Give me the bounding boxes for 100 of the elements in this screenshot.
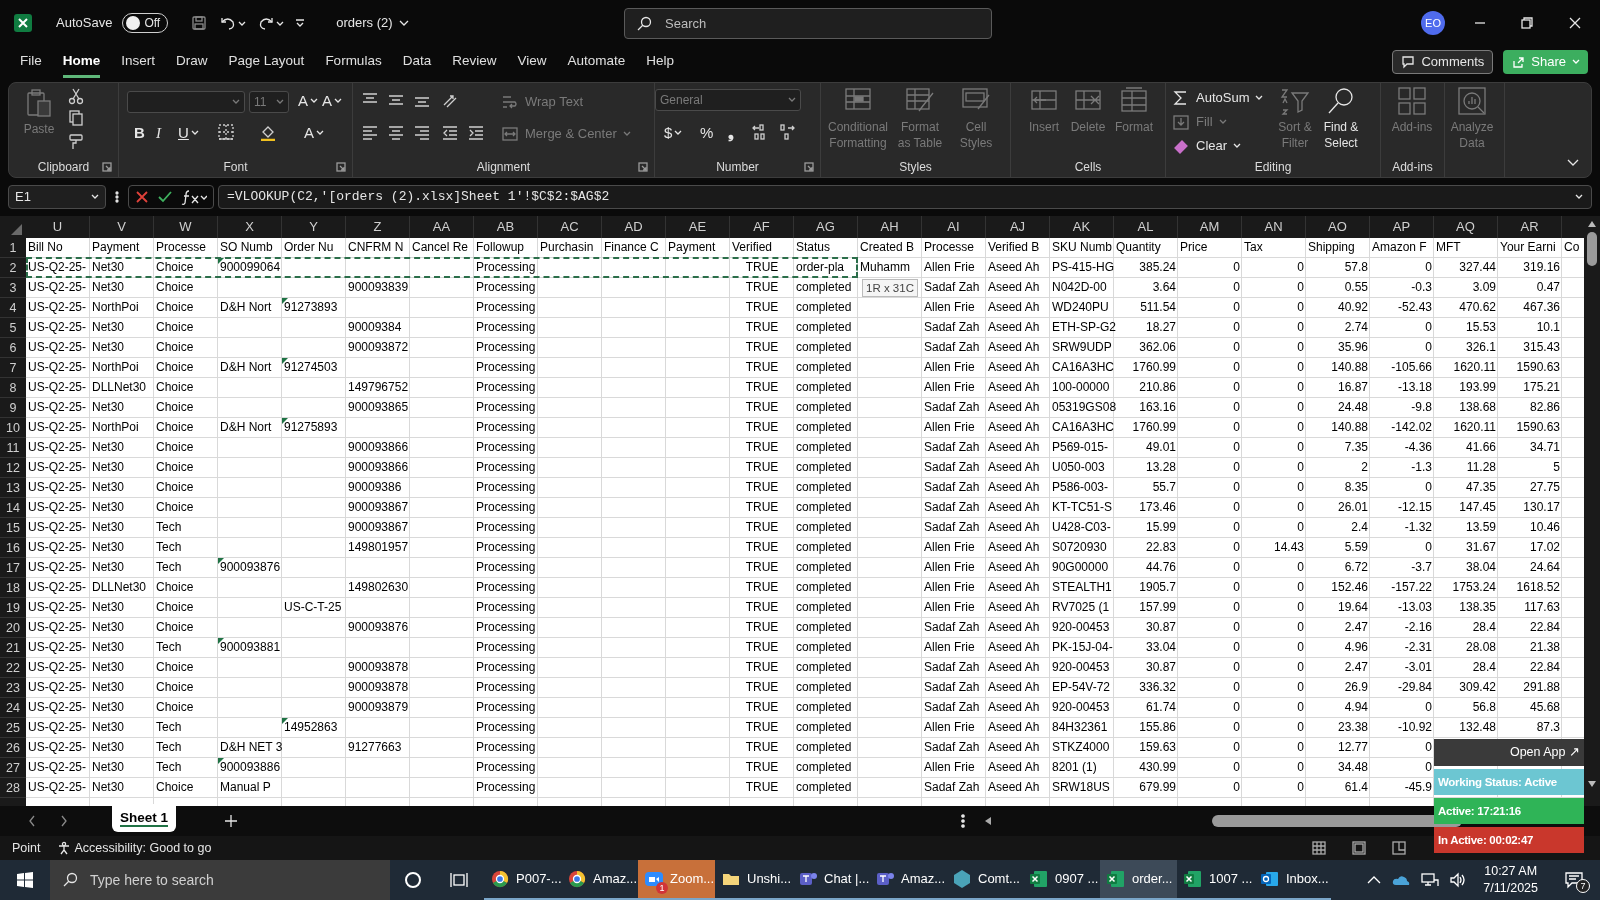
ribbon-tab[interactable]: Help <box>646 48 675 78</box>
row-header[interactable]: 8 <box>0 378 26 398</box>
show-hidden-icons-icon[interactable] <box>1367 875 1382 885</box>
row-header[interactable]: 26 <box>0 738 26 758</box>
column-header[interactable]: V <box>90 216 154 238</box>
add-sheet-icon[interactable] <box>224 814 238 828</box>
insert-function-icon[interactable] <box>181 189 207 205</box>
column-header[interactable]: AL <box>1114 216 1178 238</box>
increase-indent-icon[interactable] <box>467 123 485 141</box>
taskbar-app[interactable]: order... <box>1100 860 1177 900</box>
taskbar-app[interactable]: Comt... <box>946 860 1023 900</box>
taskbar-app[interactable]: 1007 ... <box>1177 860 1254 900</box>
ribbon-tab[interactable]: Review <box>452 48 497 78</box>
column-header[interactable]: W <box>154 216 218 238</box>
column-header[interactable]: AF <box>730 216 794 238</box>
comma-style-button[interactable]: ❟ <box>725 121 737 145</box>
dialog-launcher-icon[interactable] <box>336 162 346 172</box>
column-header[interactable]: AE <box>666 216 730 238</box>
paintbrush-icon[interactable] <box>67 133 85 151</box>
formula-field[interactable]: =VLOOKUP(C2,'[orders (2).xlsx]Sheet 1'!$C$2:$AG$2 <box>218 185 1592 209</box>
row-header[interactable]: 28 <box>0 778 26 798</box>
column-header[interactable]: AC <box>538 216 602 238</box>
grow-font-button[interactable]: A <box>295 89 321 113</box>
file-name-menu[interactable]: orders (2) <box>336 13 409 33</box>
notifications-button[interactable]: 7 <box>1564 867 1590 893</box>
taskbar-app[interactable]: Amaz... <box>869 860 946 900</box>
row-header[interactable]: 24 <box>0 698 26 718</box>
shrink-font-button[interactable]: A <box>319 89 345 113</box>
row-header[interactable]: 2 <box>0 258 26 278</box>
previous-sheet-icon[interactable] <box>28 815 36 827</box>
row-header[interactable]: 6 <box>0 338 26 358</box>
volume-icon[interactable] <box>1449 872 1468 888</box>
accessibility-status[interactable]: Accessibility: Good to go <box>56 838 212 858</box>
column-header[interactable]: Z <box>346 216 410 238</box>
scroll-thumb[interactable] <box>1587 232 1597 266</box>
copy-icon[interactable] <box>67 109 85 127</box>
column-header[interactable]: AN <box>1242 216 1306 238</box>
taskbar-app[interactable]: P007-... <box>484 860 561 900</box>
row-header[interactable]: 25 <box>0 718 26 738</box>
ribbon-tab[interactable]: View <box>517 48 547 78</box>
column-header[interactable]: AR <box>1498 216 1562 238</box>
decrease-decimal-icon[interactable] <box>779 123 797 141</box>
page-layout-icon[interactable] <box>1352 841 1366 855</box>
cancel-icon[interactable] <box>135 190 149 204</box>
dialog-launcher-icon[interactable] <box>638 162 648 172</box>
row-header[interactable]: 15 <box>0 518 26 538</box>
sheet-tab[interactable]: Sheet 1 <box>112 804 177 832</box>
more-icon[interactable] <box>114 189 120 205</box>
more-icon[interactable] <box>961 814 965 828</box>
page-break-icon[interactable] <box>1392 841 1406 855</box>
cortana-icon[interactable] <box>404 871 422 889</box>
scroll-down-icon[interactable] <box>1587 780 1597 788</box>
column-header[interactable]: AP <box>1370 216 1434 238</box>
name-box[interactable]: E1 <box>8 185 106 209</box>
underline-button[interactable]: U <box>175 121 202 145</box>
bold-button[interactable]: B <box>131 121 148 145</box>
scroll-thumb[interactable] <box>1212 815 1462 827</box>
row-header[interactable]: 5 <box>0 318 26 338</box>
taskbar-app[interactable]: Zoom... 1 <box>638 860 715 900</box>
taskbar-app[interactable]: Inbox... <box>1254 860 1331 900</box>
column-header[interactable]: AA <box>410 216 474 238</box>
comments-button[interactable]: Comments <box>1392 50 1494 74</box>
column-header[interactable]: AM <box>1178 216 1242 238</box>
row-header[interactable]: 19 <box>0 598 26 618</box>
search-field[interactable]: Search <box>624 8 992 39</box>
align-center-icon[interactable] <box>387 123 405 141</box>
row-header[interactable]: 3 <box>0 278 26 298</box>
row-header[interactable]: 11 <box>0 438 26 458</box>
row-header[interactable]: 12 <box>0 458 26 478</box>
row-header[interactable]: 21 <box>0 638 26 658</box>
clock-date[interactable]: 7/11/2025 <box>1483 880 1538 897</box>
ribbon-tab[interactable]: Insert <box>121 48 156 78</box>
normal-view-icon[interactable] <box>1312 841 1326 855</box>
row-header[interactable]: 1 <box>0 238 26 258</box>
row-header[interactable]: 14 <box>0 498 26 518</box>
clear-button[interactable]: Clear <box>1172 135 1242 157</box>
save-icon[interactable] <box>190 14 209 32</box>
open-app-button[interactable]: Open App ↗ <box>1434 739 1584 766</box>
user-avatar[interactable]: EO <box>1421 11 1445 35</box>
ribbon-tab[interactable]: Formulas <box>325 48 382 78</box>
restore-icon[interactable] <box>1521 17 1533 29</box>
row-header[interactable]: 13 <box>0 478 26 498</box>
ribbon-tab[interactable]: Automate <box>567 48 626 78</box>
currency-button[interactable]: $ <box>661 121 686 145</box>
column-header[interactable]: AD <box>602 216 666 238</box>
column-header[interactable]: AB <box>474 216 538 238</box>
ribbon-tab[interactable]: Data <box>402 48 432 78</box>
row-header[interactable]: 9 <box>0 398 26 418</box>
column-header[interactable]: AJ <box>986 216 1050 238</box>
dialog-launcher-icon[interactable] <box>804 162 814 172</box>
ribbon-tab[interactable]: File <box>20 48 42 78</box>
scissors-icon[interactable] <box>67 87 85 105</box>
task-view-icon[interactable] <box>450 871 468 889</box>
column-header[interactable]: U <box>26 216 90 238</box>
align-left-icon[interactable] <box>361 123 379 141</box>
column-header[interactable]: X <box>218 216 282 238</box>
row-header[interactable]: 16 <box>0 538 26 558</box>
close-icon[interactable] <box>1569 17 1581 29</box>
column-header[interactable]: AO <box>1306 216 1370 238</box>
column-header[interactable]: AQ <box>1434 216 1498 238</box>
